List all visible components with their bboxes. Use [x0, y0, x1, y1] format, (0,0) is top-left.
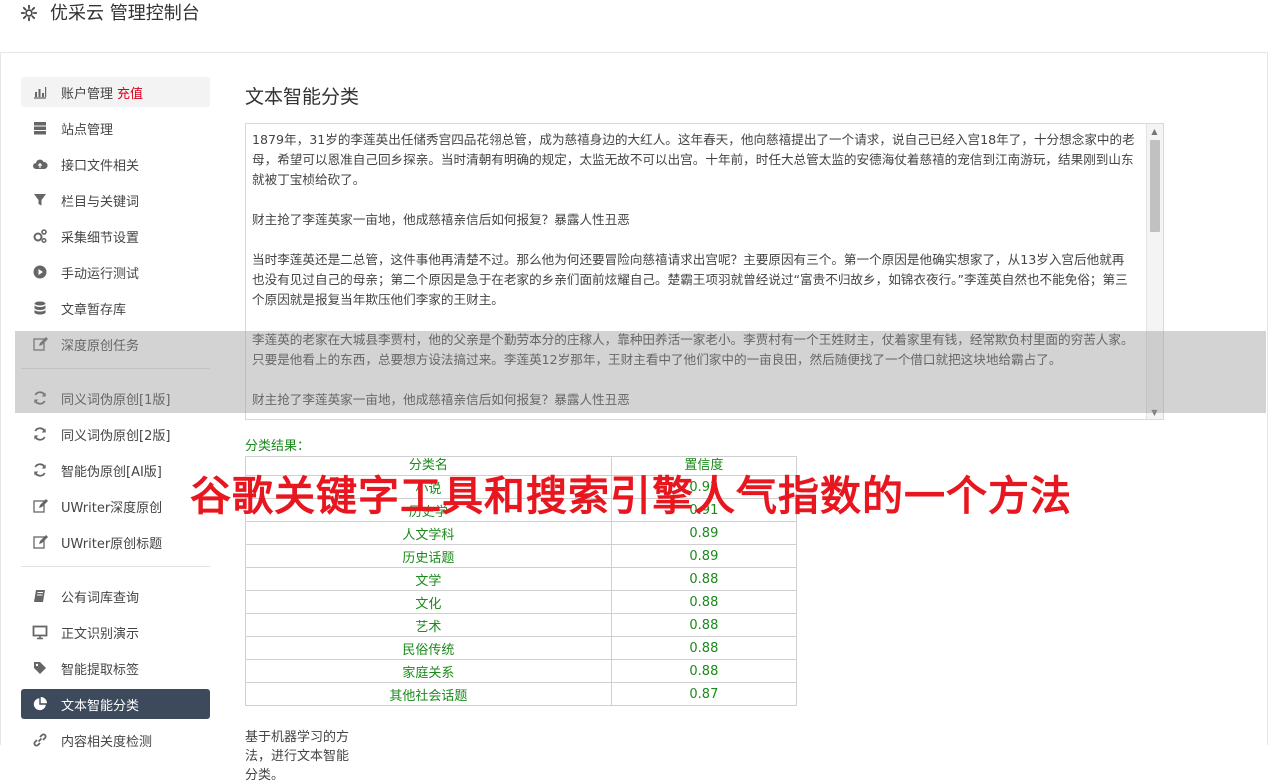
- scroll-up-arrow-icon[interactable]: ▲: [1150, 128, 1159, 136]
- sidebar-item-account[interactable]: 账户管理 充值: [21, 77, 210, 107]
- table-row: 文学 0.88: [245, 567, 798, 591]
- sidebar-item-label: 采集细节设置: [61, 230, 140, 246]
- refresh-icon: [32, 462, 48, 478]
- sidebar-item-label: 接口文件相关: [61, 158, 140, 174]
- text-paragraph: 当时李莲英还是二总管，这件事他再清楚不过。那么他为何还要冒险向慈禧请求出宫呢？主…: [252, 252, 1128, 307]
- table-row: 文化 0.88: [245, 590, 798, 614]
- sidebar-item-label: 账户管理: [61, 86, 114, 102]
- sidebar-item-label: 文本智能分类: [61, 698, 140, 714]
- scroll-thumb[interactable]: [1150, 140, 1160, 232]
- category-cell: 文学: [245, 567, 612, 591]
- gear-icon: [20, 4, 38, 22]
- category-cell: 历史话题: [245, 544, 612, 568]
- sidebar-item-columns-keywords[interactable]: 栏目与关键词: [21, 185, 210, 215]
- sidebar-item-body-recognition[interactable]: 正文识别演示: [21, 617, 210, 647]
- sidebar-item-label: 智能提取标签: [61, 662, 140, 678]
- recharge-link[interactable]: 充值: [117, 83, 143, 102]
- sidebar-item-public-lexicon[interactable]: 公有词库查询: [21, 581, 210, 611]
- category-cell: 其他社会话题: [245, 682, 612, 706]
- sidebar-item-api-files[interactable]: 接口文件相关: [21, 149, 210, 179]
- app-header: 优采云 管理控制台: [0, 0, 1268, 53]
- link-icon: [32, 732, 48, 748]
- sidebar-item-sites[interactable]: 站点管理: [21, 113, 210, 143]
- sidebar-item-extract-tags[interactable]: 智能提取标签: [21, 653, 210, 683]
- sidebar-item-label: 内容相关度检测: [61, 734, 153, 750]
- refresh-icon: [32, 426, 48, 442]
- edit-icon: [32, 534, 48, 550]
- sidebar-divider: [21, 566, 210, 567]
- cloud-upload-icon: [32, 156, 48, 172]
- sidebar-item-collect-settings[interactable]: 采集细节设置: [21, 221, 210, 251]
- sidebar-item-label: 公有词库查询: [61, 590, 140, 606]
- book-icon: [32, 588, 48, 604]
- table-row: 民俗传统 0.88: [245, 636, 798, 660]
- sidebar-item-label: 站点管理: [61, 122, 114, 138]
- table-row: 历史话题 0.89: [245, 544, 798, 568]
- category-cell: 民俗传统: [245, 636, 612, 660]
- table-row: 其他社会话题 0.87: [245, 682, 798, 706]
- category-cell: 人文学科: [245, 521, 612, 545]
- category-cell: 家庭关系: [245, 659, 612, 683]
- sidebar-item-label: 手动运行测试: [61, 266, 140, 282]
- sidebar-item-relevance[interactable]: 内容相关度检测: [21, 725, 210, 755]
- table-row: 人文学科 0.89: [245, 521, 798, 545]
- confidence-cell: 0.89: [610, 544, 798, 568]
- play-circle-icon: [32, 264, 48, 280]
- text-paragraph: 财主抢了李莲英家一亩地，他成慈禧亲信后如何报复？暴露人性丑恶: [252, 212, 630, 227]
- app-title: 优采云 管理控制台: [50, 3, 200, 24]
- sidebar-item-synonym-v2[interactable]: 同义词伪原创[2版]: [21, 419, 210, 449]
- confidence-cell: 0.88: [610, 613, 798, 637]
- sidebar-item-label: 栏目与关键词: [61, 194, 140, 210]
- confidence-cell: 0.88: [610, 659, 798, 683]
- description-text: 基于机器学习的方法，进行文本智能分类。: [245, 730, 350, 783]
- database-icon: [32, 300, 48, 316]
- monitor-icon: [32, 624, 48, 640]
- sidebar-item-ai-rewrite[interactable]: 智能伪原创[AI版]: [21, 455, 210, 485]
- result-label: 分类结果：: [245, 439, 311, 454]
- sidebar-item-manual-run[interactable]: 手动运行测试: [21, 257, 210, 287]
- sidebar-item-label: UWriter原创标题: [61, 536, 163, 552]
- overlay-band: [15, 331, 1266, 413]
- bar-chart-icon: [32, 84, 48, 100]
- confidence-cell: 0.89: [610, 521, 798, 545]
- category-cell: 艺术: [245, 613, 612, 637]
- sidebar-item-label: 智能伪原创[AI版]: [61, 464, 162, 480]
- sidebar-item-article-store[interactable]: 文章暂存库: [21, 293, 210, 323]
- category-cell: 文化: [245, 590, 612, 614]
- main-content: 文本智能分类 1879年，31岁的李莲英出任储秀宫四品花翎总管，成为慈禧身边的大…: [245, 80, 1164, 783]
- confidence-cell: 0.88: [610, 567, 798, 591]
- confidence-cell: 0.87: [610, 682, 798, 706]
- filter-icon: [32, 192, 48, 208]
- server-icon: [32, 120, 48, 136]
- sidebar-item-label: 正文识别演示: [61, 626, 140, 642]
- page-title: 文本智能分类: [245, 86, 360, 108]
- tag-icon: [32, 660, 48, 676]
- watermark-caption: 谷歌关键字工具和搜索引擎人气指数的一个方法: [190, 472, 1072, 520]
- gears-icon: [32, 228, 48, 244]
- confidence-cell: 0.88: [610, 590, 798, 614]
- sidebar-item-text-classify[interactable]: 文本智能分类: [21, 689, 210, 719]
- sidebar-item-label: 文章暂存库: [61, 302, 127, 318]
- table-row: 家庭关系 0.88: [245, 659, 798, 683]
- text-paragraph: 1879年，31岁的李莲英出任储秀宫四品花翎总管，成为慈禧身边的大红人。这年春天…: [252, 132, 1135, 187]
- pie-chart-icon: [32, 696, 48, 712]
- sidebar-item-uwriter-title[interactable]: UWriter原创标题: [21, 527, 210, 557]
- sidebar: 账户管理 充值 站点管理 接口文件相关 栏目与关键词 采集细节设置 手动运行测试…: [21, 77, 210, 761]
- confidence-cell: 0.88: [610, 636, 798, 660]
- sidebar-item-uwriter-deep[interactable]: UWriter深度原创: [21, 491, 210, 521]
- edit-icon: [32, 498, 48, 514]
- sidebar-item-label: 同义词伪原创[2版]: [61, 428, 171, 444]
- table-row: 艺术 0.88: [245, 613, 798, 637]
- sidebar-item-label: UWriter深度原创: [61, 500, 163, 516]
